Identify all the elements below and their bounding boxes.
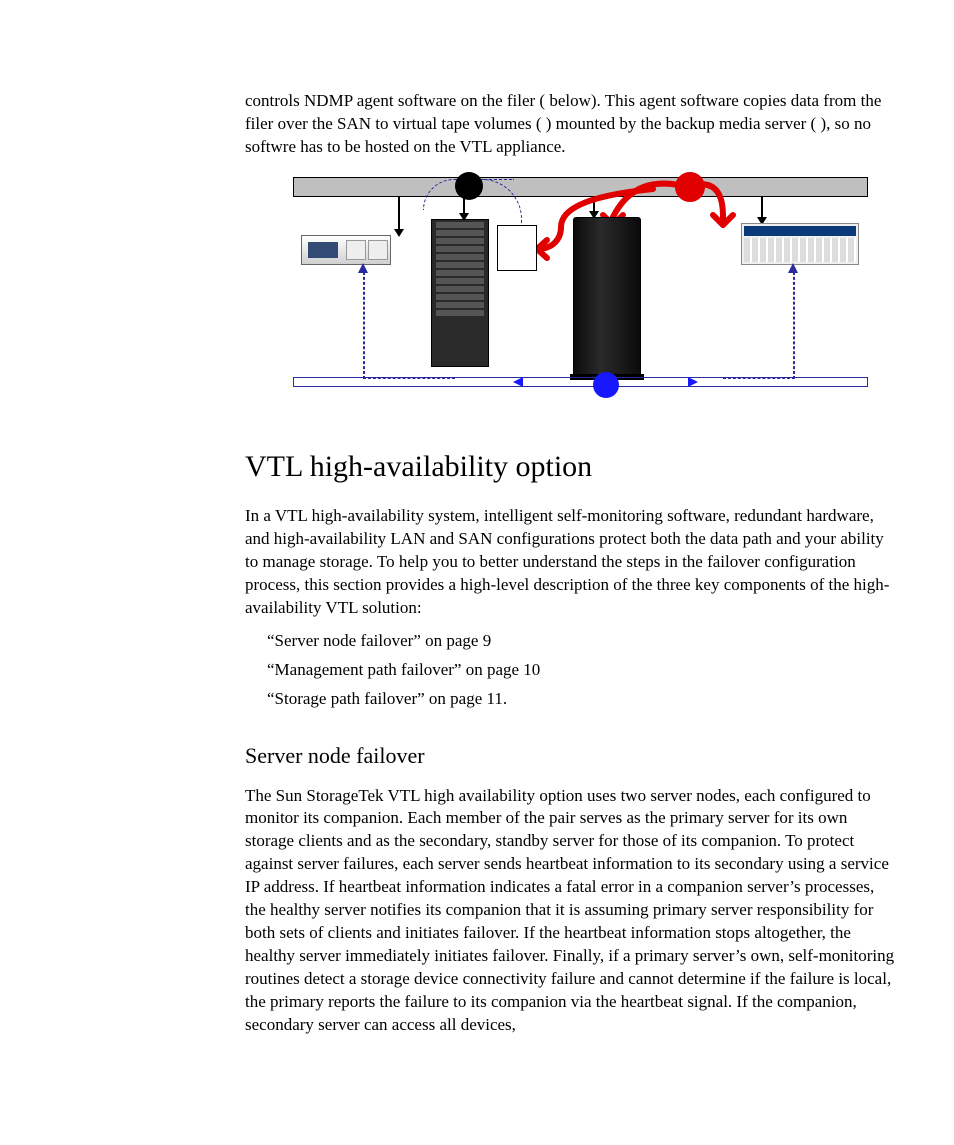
subsection-heading: Server node failover <box>245 741 895 771</box>
section-heading: VTL high-availability option <box>245 447 895 488</box>
arrow-up-icon <box>788 263 798 273</box>
toc-item: “Management path failover” on page 10 <box>267 659 895 682</box>
san-dashed-link <box>363 377 455 379</box>
san-dashed-riser <box>793 267 795 379</box>
ndmp-topology-figure <box>293 177 868 407</box>
san-dashed-link <box>723 377 795 379</box>
section-paragraph: In a VTL high-availability system, intel… <box>245 505 895 620</box>
lan-junction-icon <box>455 172 483 200</box>
toc-list: “Server node failover” on page 9 “Manage… <box>245 630 895 711</box>
virtual-tape-library-icon <box>573 217 641 375</box>
nas-filer-icon <box>741 223 859 265</box>
toc-item: “Server node failover” on page 9 <box>267 630 895 653</box>
lan-drop <box>593 197 595 217</box>
san-junction-icon <box>593 372 619 398</box>
ndmp-control-box-icon <box>497 225 537 271</box>
vtl-appliance-rack-icon <box>431 219 489 367</box>
subsection-paragraph: The Sun StorageTek VTL high availability… <box>245 785 895 1037</box>
san-arrow-left-icon <box>513 377 523 387</box>
intro-paragraph: controls NDMP agent software on the file… <box>245 90 895 159</box>
backup-media-server-icon <box>301 235 391 265</box>
toc-item: “Storage path failover” on page 11. <box>267 688 895 711</box>
san-dashed-riser <box>363 267 365 379</box>
lan-bar <box>293 177 868 197</box>
san-arrow-right-icon <box>688 377 698 387</box>
filer-junction-icon <box>675 172 705 202</box>
arrow-up-icon <box>358 263 368 273</box>
lan-drop <box>398 197 400 235</box>
lan-drop <box>761 197 763 223</box>
